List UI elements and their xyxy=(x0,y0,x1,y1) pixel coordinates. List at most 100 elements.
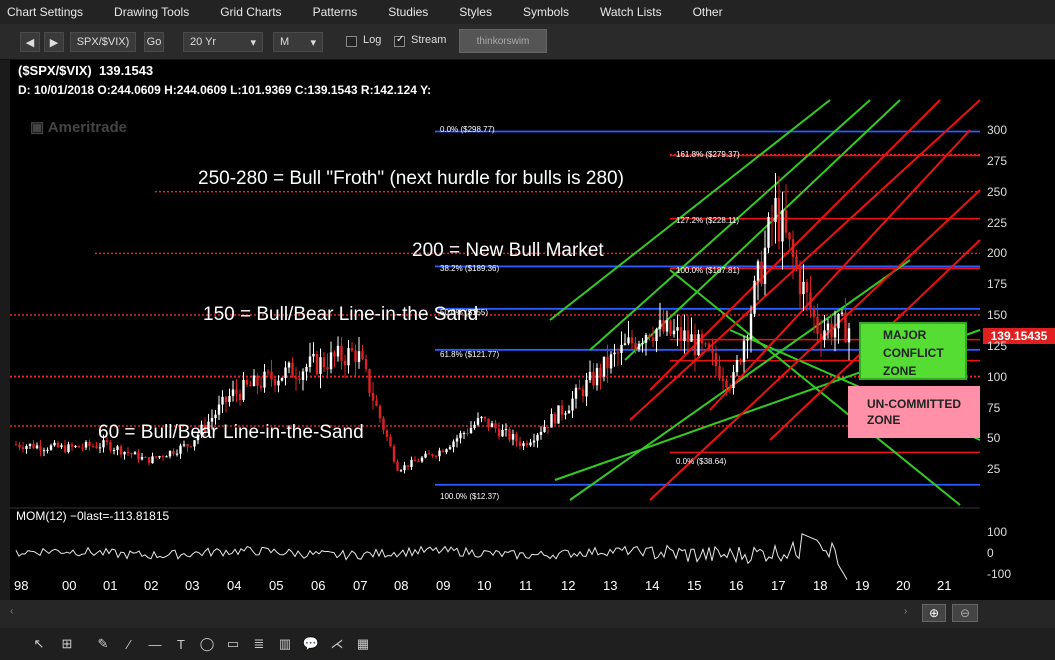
zoom-out-icon[interactable]: ⊖ xyxy=(952,604,978,622)
candle-body xyxy=(375,400,378,406)
chevron-down-icon: ▾ xyxy=(310,36,316,49)
scroll-right-icon[interactable]: › xyxy=(904,606,912,620)
candle-body xyxy=(364,359,368,370)
chart-scrollbar[interactable]: ‹ › ⊕ ⊖ xyxy=(0,600,1055,628)
menu-item-other[interactable]: Other xyxy=(693,5,723,19)
horizontal-line-icon[interactable]: — xyxy=(144,634,166,654)
candle-body xyxy=(130,453,133,455)
toolbar: ◀ ▶ SPX/$VIX) Go 20 Yr ▾ M ▾ Log ✓ Stream … xyxy=(0,24,1055,60)
candle-body xyxy=(224,396,228,403)
watermark-text: Ameritrade xyxy=(47,119,127,136)
x-tick-label: 17 xyxy=(771,578,786,593)
ellipse-icon[interactable]: ◯ xyxy=(196,634,218,654)
candle-body xyxy=(637,343,641,350)
candle-body xyxy=(259,385,263,388)
candle-body xyxy=(406,465,410,467)
aggregation-select[interactable]: M ▾ xyxy=(273,32,323,52)
y-tick-label: 250 xyxy=(987,184,1008,199)
timeframe-value: 20 Yr xyxy=(190,36,217,48)
candle-body xyxy=(494,423,497,429)
green-channel-line xyxy=(589,99,871,351)
pencil-icon[interactable]: ✎ xyxy=(92,634,114,654)
candle-body xyxy=(711,350,714,354)
x-tick-label: 02 xyxy=(144,578,159,593)
candle-body xyxy=(550,414,553,428)
crosshair-icon[interactable]: ⊞ xyxy=(56,634,78,654)
candle-body xyxy=(742,340,746,363)
x-tick-label: 04 xyxy=(227,578,242,593)
fib-label: 161.8% ($279.37) xyxy=(676,150,740,159)
x-tick-label: 01 xyxy=(103,578,118,593)
candle-body xyxy=(462,433,466,435)
symbol-input[interactable]: SPX/$VIX) xyxy=(70,32,136,52)
candle-body xyxy=(746,339,749,341)
thinkorswim-logo: thinkorswim xyxy=(459,29,547,53)
fibonacci-icon[interactable]: ≣ xyxy=(248,634,270,654)
menu-item-studies[interactable]: Studies xyxy=(388,5,428,19)
candle-body xyxy=(476,418,480,425)
fan-icon[interactable]: ⋌ xyxy=(326,634,348,654)
candle-body xyxy=(623,343,627,345)
trendline-icon[interactable]: ⁄ xyxy=(118,634,140,654)
fib-label: 0.0% ($38.64) xyxy=(676,457,727,466)
y-tick-label: 25 xyxy=(987,462,1001,477)
candle-body xyxy=(14,444,18,446)
go-button[interactable]: Go xyxy=(144,32,164,52)
candle-body xyxy=(179,445,182,454)
candle-body xyxy=(385,430,389,437)
chart-header: ($SPX/$VIX) 139.1543 xyxy=(18,63,153,78)
candle-body xyxy=(529,442,532,446)
candle-body xyxy=(707,343,711,351)
candle-body xyxy=(602,356,606,377)
candle-body xyxy=(826,323,830,331)
candle-body xyxy=(833,328,837,338)
forward-button[interactable]: ▶ xyxy=(44,32,64,52)
menu-item-chart-settings[interactable]: Chart Settings xyxy=(7,5,83,19)
candle-body xyxy=(133,452,137,455)
chart-area[interactable]: ($SPX/$VIX) 139.1543 D: 10/01/2018 O:244… xyxy=(10,60,1055,600)
candle-body xyxy=(322,357,326,368)
candle-body xyxy=(172,450,175,455)
grid-icon[interactable]: ▦ xyxy=(352,634,374,654)
y-tick-label: 50 xyxy=(987,431,1001,446)
log-checkbox[interactable] xyxy=(346,36,357,47)
candle-body xyxy=(770,216,774,223)
menu-item-styles[interactable]: Styles xyxy=(459,5,492,19)
zoom-in-icon[interactable]: ⊕ xyxy=(922,604,946,622)
timeframe-select[interactable]: 20 Yr ▾ xyxy=(183,32,263,52)
menu-item-symbols[interactable]: Symbols xyxy=(523,5,569,19)
candle-body xyxy=(319,357,322,374)
candle-body xyxy=(571,398,574,411)
candle-body xyxy=(567,410,571,414)
y-tick-label: 150 xyxy=(987,308,1008,322)
candle-body xyxy=(697,334,700,356)
text-icon[interactable]: T xyxy=(170,634,192,654)
candle-body xyxy=(256,375,259,386)
rectangle-icon[interactable]: ▭ xyxy=(222,634,244,654)
candle-body xyxy=(784,210,788,233)
candle-body xyxy=(231,389,235,396)
speech-bubble-icon[interactable]: 💬 xyxy=(300,634,322,654)
menu-item-grid-charts[interactable]: Grid Charts xyxy=(220,5,281,19)
candle-body xyxy=(546,426,550,428)
candle-body xyxy=(774,197,777,223)
menu-item-patterns[interactable]: Patterns xyxy=(313,5,358,19)
menu-item-drawing-tools[interactable]: Drawing Tools xyxy=(114,5,189,19)
candle-body xyxy=(760,261,763,284)
candle-body xyxy=(525,443,529,446)
candle-body xyxy=(144,456,147,458)
candle-body xyxy=(616,352,620,354)
symbol-title: ($SPX/$VIX) xyxy=(18,63,92,78)
candle-body xyxy=(410,459,413,467)
candle-body xyxy=(301,371,305,381)
mom-tick-label: -100 xyxy=(987,567,1012,581)
stream-checkbox[interactable]: ✓ xyxy=(394,34,405,47)
menu-item-watch-lists[interactable]: Watch Lists xyxy=(600,5,662,19)
back-button[interactable]: ◀ xyxy=(20,32,40,52)
candle-body xyxy=(644,334,648,344)
candle-body xyxy=(763,247,767,284)
pointer-icon[interactable]: ↖ xyxy=(28,634,50,654)
candle-body xyxy=(469,427,473,434)
scroll-left-icon[interactable]: ‹ xyxy=(10,606,18,620)
channel-icon[interactable]: ▥ xyxy=(274,634,296,654)
